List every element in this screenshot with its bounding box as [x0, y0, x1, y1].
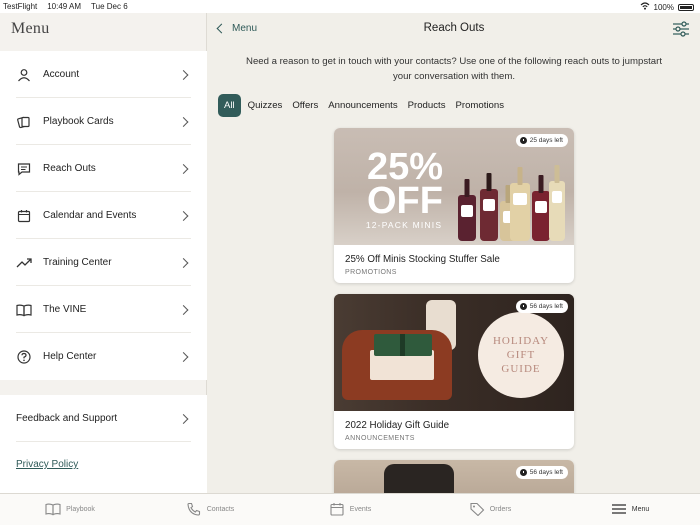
image-circle: HOLIDAY GIFT GUIDE: [478, 312, 564, 398]
days-left-badge: 56 days left: [515, 466, 568, 479]
clock-icon: [519, 469, 527, 476]
tabbar-label: Menu: [631, 506, 650, 513]
reach-out-card[interactable]: HOLIDAY GIFT GUIDE 56 days left 2022 Hol…: [334, 294, 574, 449]
book-icon: [16, 302, 32, 318]
menu-item-label: Account: [43, 69, 80, 80]
status-bar: TestFlight 10:49 AM Tue Dec 6 100%: [0, 0, 700, 13]
calendar-icon: [329, 502, 345, 518]
menu-item-label: Reach Outs: [43, 163, 96, 174]
clock-icon: [519, 137, 527, 144]
user-icon: [16, 67, 32, 83]
menu-item-playbook-cards[interactable]: Playbook Cards: [0, 98, 207, 145]
sidebar-title: Menu: [11, 20, 50, 37]
tabbar-label: Events: [349, 506, 372, 513]
calendar-icon: [16, 208, 32, 224]
chevron-right-icon: [178, 163, 189, 174]
chevron-right-icon: [178, 210, 189, 221]
menu-item-label: Training Center: [43, 257, 112, 268]
chevron-right-icon: [178, 69, 189, 80]
phone-icon: [186, 502, 202, 518]
trending-icon: [16, 255, 32, 271]
chevron-right-icon: [178, 413, 189, 424]
chevron-right-icon: [178, 257, 189, 268]
chevron-right-icon: [178, 116, 189, 127]
cards-icon: [16, 114, 32, 130]
menu-item-label: Feedback and Support: [16, 413, 118, 424]
bottle-illustration: [458, 179, 476, 241]
tab-announcements[interactable]: Announcements: [328, 94, 397, 117]
reach-out-card[interactable]: 25% OFF 12-PACK MINIS 25 days left 25% O…: [334, 128, 574, 283]
card-title: 2022 Holiday Gift Guide: [345, 420, 450, 431]
bottle-illustration: [510, 167, 530, 241]
time-label: 10:49 AM: [47, 2, 82, 11]
tab-offers[interactable]: Offers: [292, 94, 318, 117]
days-left-badge: 56 days left: [515, 300, 568, 313]
intro-text: Need a reason to get in touch with your …: [246, 56, 662, 82]
menu-item-reach-outs[interactable]: Reach Outs: [0, 145, 207, 192]
bottle-illustration: [549, 165, 565, 241]
tabbar-item-events[interactable]: Events: [280, 494, 420, 525]
menu-item-feedback[interactable]: Feedback and Support: [0, 395, 207, 442]
tabbar-item-orders[interactable]: Orders: [420, 494, 560, 525]
menu-item-label: Calendar and Events: [43, 210, 137, 221]
tab-all[interactable]: All: [218, 94, 241, 117]
tabbar-label: Orders: [489, 506, 512, 513]
chevron-right-icon: [178, 304, 189, 315]
chevron-right-icon: [178, 351, 189, 362]
days-left-badge: 25 days left: [515, 134, 568, 147]
clock-icon: [519, 303, 527, 310]
tabbar-item-playbook[interactable]: Playbook: [0, 494, 140, 525]
bottle-illustration: [480, 173, 498, 241]
card-category: PROMOTIONS: [345, 269, 397, 276]
battery-icon: [678, 3, 694, 11]
filter-icon[interactable]: [672, 21, 690, 37]
image-subheadline: 12-PACK MINIS: [365, 220, 443, 230]
page-title: Reach Outs: [423, 22, 485, 34]
battery-label: 100%: [653, 2, 674, 12]
filter-tabs: All Quizzes Offers Announcements Product…: [218, 94, 514, 117]
bottle-illustration: [532, 175, 550, 241]
hamburger-icon: [611, 502, 627, 518]
chat-icon: [16, 161, 32, 177]
menu-item-label: Help Center: [43, 351, 97, 362]
bottom-tab-bar: Playbook Contacts Events Orders Menu: [0, 493, 700, 525]
card-title: 25% Off Minis Stocking Stuffer Sale: [345, 254, 500, 265]
tabbar-label: Contacts: [206, 506, 235, 513]
help-icon: [16, 349, 32, 365]
book-icon: [45, 502, 61, 518]
date-label: Tue Dec 6: [91, 2, 128, 11]
menu-list: Account Playbook Cards Reach Outs Calend…: [0, 51, 207, 380]
tab-products[interactable]: Products: [408, 94, 446, 117]
tag-icon: [469, 502, 485, 518]
menu-item-label: Playbook Cards: [43, 116, 114, 127]
main-content: Menu Reach Outs Need a reason to get in …: [208, 13, 700, 500]
tab-promotions[interactable]: Promotions: [456, 94, 505, 117]
wifi-icon: [640, 2, 650, 12]
menu-item-the-vine[interactable]: The VINE: [0, 286, 207, 333]
tabbar-item-contacts[interactable]: Contacts: [140, 494, 280, 525]
menu-item-label: The VINE: [43, 304, 87, 315]
tab-quizzes[interactable]: Quizzes: [248, 94, 283, 117]
tabbar-label: Playbook: [66, 506, 95, 513]
card-category: ANNOUNCEMENTS: [345, 435, 415, 442]
carrier-label: TestFlight: [3, 2, 38, 11]
card-image: 25% OFF 12-PACK MINIS 25 days left: [334, 128, 574, 245]
sidebar: Menu Account Playbook Cards Reach Outs C…: [0, 13, 207, 493]
tabbar-item-menu[interactable]: Menu: [560, 494, 700, 525]
card-image: HOLIDAY GIFT GUIDE 56 days left: [334, 294, 574, 411]
menu-item-calendar[interactable]: Calendar and Events: [0, 192, 207, 239]
menu-item-account[interactable]: Account: [0, 51, 207, 98]
privacy-policy-link[interactable]: Privacy Policy: [16, 459, 78, 470]
menu-item-help-center[interactable]: Help Center: [0, 333, 207, 380]
secondary-menu: Feedback and Support Privacy Policy: [0, 395, 207, 493]
image-headline: 25% OFF: [366, 146, 444, 222]
menu-item-training-center[interactable]: Training Center: [0, 239, 207, 286]
